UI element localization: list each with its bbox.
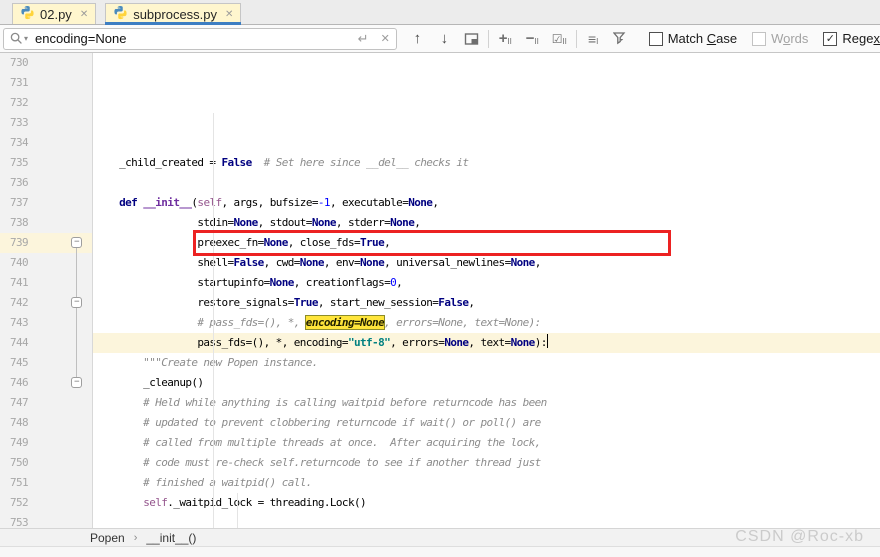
code-line[interactable]: # pass_fds=(), *, encoding=None, errors=…	[93, 313, 880, 333]
code-line[interactable]: # finished a waitpid() call.	[93, 473, 880, 493]
line-number[interactable]: 737	[0, 193, 92, 213]
search-toolbar: ▾ encoding=None ↵ ✕ ↑ ↓ + II − II ☑ II ≡ I M…	[0, 25, 880, 53]
regex-label: Regex	[842, 31, 880, 46]
select-all-occurrences-button[interactable]: ☑ II	[546, 27, 573, 51]
code-line[interactable]: # code must re-check self.returncode to …	[93, 453, 880, 473]
line-number[interactable]: 752	[0, 493, 92, 513]
line-number[interactable]: 744	[0, 333, 92, 353]
multiline-toggle-button[interactable]: ≡ I	[580, 27, 607, 51]
words-label: Words	[771, 31, 809, 46]
python-icon	[113, 5, 128, 23]
tab-label: 02.py	[40, 6, 72, 22]
fold-region-line	[76, 243, 77, 383]
fold-collapse-icon[interactable]: −	[71, 237, 82, 248]
match-case-checkbox[interactable]: Match Case	[648, 31, 738, 46]
newline-icon[interactable]: ↵	[358, 31, 369, 47]
open-in-find-window-button[interactable]	[458, 27, 485, 51]
ide-window: 02.py ✕ subprocess.py ✕ ▾ encoding=None ↵ ✕…	[0, 0, 880, 557]
close-tab-icon[interactable]: ✕	[80, 9, 88, 20]
text-caret	[546, 334, 548, 348]
line-number[interactable]: 750	[0, 453, 92, 473]
indent-guide	[237, 493, 238, 528]
add-occurrence-button[interactable]: + II	[492, 27, 519, 51]
line-number[interactable]: 747	[0, 393, 92, 413]
code-line[interactable]	[93, 173, 880, 193]
open-in-window-icon	[464, 32, 479, 45]
code-line[interactable]: # Held while anything is calling waitpid…	[93, 393, 880, 413]
line-number[interactable]: 734	[0, 133, 92, 153]
chevron-right-icon: ›	[133, 531, 138, 544]
line-number[interactable]: 745	[0, 353, 92, 373]
bottom-strip	[0, 546, 880, 557]
words-checkbox[interactable]: Words	[752, 31, 808, 46]
editor-area[interactable]: 730 731 732 733 734 735 736 737 738 739 740 741 742 7…	[0, 53, 880, 528]
code-line[interactable]	[93, 513, 880, 528]
tab-label: subprocess.py	[133, 6, 218, 22]
line-number[interactable]: 738	[0, 213, 92, 233]
line-number[interactable]: 732	[0, 93, 92, 113]
line-number[interactable]: 736	[0, 173, 92, 193]
code-line[interactable]: _cleanup()	[93, 373, 880, 393]
line-number[interactable]: 741	[0, 273, 92, 293]
line-number[interactable]: 748	[0, 413, 92, 433]
line-number[interactable]: 751	[0, 473, 92, 493]
regex-checkbox[interactable]: ✓ Regex	[823, 31, 880, 46]
code-line[interactable]: pass_fds=(), *, encoding="utf-8", errors…	[93, 333, 880, 353]
match-case-checkbox-box[interactable]	[648, 31, 663, 46]
clear-search-icon[interactable]: ✕	[381, 32, 390, 45]
search-query-text[interactable]: encoding=None	[35, 31, 346, 46]
fold-collapse-icon[interactable]: −	[71, 377, 82, 388]
regex-checkbox-box[interactable]: ✓	[823, 31, 838, 46]
code-line[interactable]: # updated to prevent clobbering returnco…	[93, 413, 880, 433]
python-icon	[20, 5, 35, 23]
code-line[interactable]: self._waitpid_lock = threading.Lock()	[93, 493, 880, 513]
search-history-dropdown-icon[interactable]: ▾	[24, 34, 28, 43]
search-checkboxes: Match Case Words ✓ Regex	[634, 31, 880, 46]
search-icon[interactable]: ▾	[10, 32, 28, 45]
toolbar-separator	[487, 29, 489, 48]
indent-guide	[213, 113, 214, 528]
code-line[interactable]: """Create new Popen instance.	[93, 353, 880, 373]
filter-button[interactable]	[607, 27, 634, 51]
code-line[interactable]: _child_created = False # Set here since …	[93, 153, 880, 173]
fold-collapse-icon[interactable]: −	[71, 297, 82, 308]
line-number[interactable]: 731	[0, 73, 92, 93]
remove-occurrence-button[interactable]: − II	[519, 27, 546, 51]
code-line[interactable]: startupinfo=None, creationflags=0,	[93, 273, 880, 293]
search-input[interactable]: ▾ encoding=None ↵ ✕	[3, 27, 397, 50]
tab-02-py[interactable]: 02.py ✕	[12, 3, 97, 24]
match-case-label: Match Case	[667, 31, 738, 46]
search-match-highlight: encoding=None	[304, 315, 386, 330]
toolbar-separator	[575, 29, 577, 48]
code-line[interactable]: restore_signals=True, start_new_session=…	[93, 293, 880, 313]
breadcrumb-item-method[interactable]: __init__()	[146, 531, 196, 545]
line-number[interactable]: 735	[0, 153, 92, 173]
line-number[interactable]: 740	[0, 253, 92, 273]
previous-occurrence-button[interactable]: ↑	[404, 27, 431, 51]
annotation-red-box	[193, 230, 671, 256]
tab-bar: 02.py ✕ subprocess.py ✕	[0, 0, 880, 25]
editor-gutter[interactable]: 730 731 732 733 734 735 736 737 738 739 740 741 742 7…	[0, 53, 93, 528]
code-viewport[interactable]: _child_created = False # Set here since …	[93, 53, 880, 528]
filter-funnel-icon	[613, 32, 626, 45]
breadcrumb: Popen › __init__()	[0, 528, 880, 546]
line-number[interactable]: 743	[0, 313, 92, 333]
line-number[interactable]: 753	[0, 513, 92, 528]
code-line[interactable]: def __init__(self, args, bufsize=-1, exe…	[93, 193, 880, 213]
line-number[interactable]: 730	[0, 53, 92, 73]
close-tab-icon[interactable]: ✕	[225, 9, 233, 20]
line-number[interactable]: 749	[0, 433, 92, 453]
next-occurrence-button[interactable]: ↓	[431, 27, 458, 51]
words-checkbox-box[interactable]	[752, 31, 767, 46]
breadcrumb-item-class[interactable]: Popen	[90, 531, 125, 545]
line-number[interactable]: 733	[0, 113, 92, 133]
tab-subprocess-py[interactable]: subprocess.py ✕	[105, 3, 242, 25]
code-line[interactable]: shell=False, cwd=None, env=None, univers…	[93, 253, 880, 273]
code-line[interactable]: # called from multiple threads at once. …	[93, 433, 880, 453]
